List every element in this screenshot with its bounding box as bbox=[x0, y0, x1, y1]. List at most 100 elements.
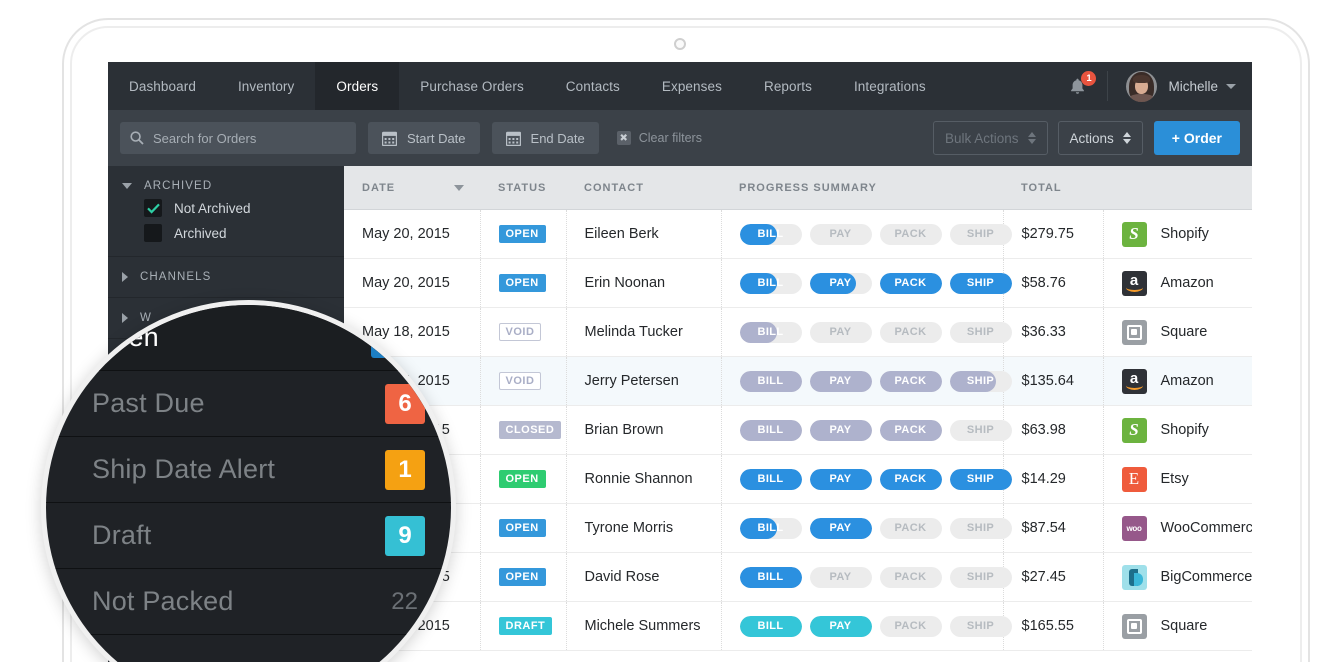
progress-pill-pay[interactable]: PAY bbox=[810, 518, 872, 539]
channel: wooWooCommerce bbox=[1122, 516, 1253, 541]
cell-progress: BILLPAYPACKSHIP bbox=[721, 602, 1003, 651]
cell-total: $58.76 bbox=[1003, 259, 1103, 308]
column-header-status[interactable]: STATUS bbox=[480, 166, 566, 210]
table-row[interactable]: May 13, 2015OPENDavid RoseBILLPAYPACKSHI… bbox=[344, 553, 1252, 602]
progress-pill-bill[interactable]: BILL bbox=[740, 616, 802, 637]
progress-pill-ship[interactable]: SHIP bbox=[950, 371, 1012, 392]
progress-pill-bill[interactable]: BILL bbox=[740, 469, 802, 490]
table-row[interactable]: May 17, 2015VOIDJerry PetersenBILLPAYPAC… bbox=[344, 357, 1252, 406]
table-row[interactable]: May 20, 2015OPENEileen BerkBILLPAYPACKSH… bbox=[344, 210, 1252, 259]
progress-pill-ship[interactable]: SHIP bbox=[950, 616, 1012, 637]
nav-item-reports[interactable]: Reports bbox=[743, 62, 833, 110]
progress-pill-pay[interactable]: PAY bbox=[810, 322, 872, 343]
progress-pill-pack[interactable]: PACK bbox=[880, 371, 942, 392]
column-header-label: TOTAL bbox=[1021, 182, 1062, 194]
progress-pill-pay[interactable]: PAY bbox=[810, 567, 872, 588]
nav-item-purchase-orders[interactable]: Purchase Orders bbox=[399, 62, 545, 110]
table-row[interactable]: May 18, 2015VOIDMelinda TuckerBILLPAYPAC… bbox=[344, 308, 1252, 357]
table-row[interactable]: May 15, 2015OPENRonnie ShannonBILLPAYPAC… bbox=[344, 455, 1252, 504]
end-date-picker[interactable]: End Date bbox=[492, 122, 599, 154]
cell-status: CLOSED bbox=[480, 406, 566, 455]
status-filter-not-packed[interactable]: Not Packed22 bbox=[46, 569, 451, 635]
cell-status: OPEN bbox=[480, 210, 566, 259]
progress-pill-pack[interactable]: PACK bbox=[880, 420, 942, 441]
sidebar-filter-label: Archived bbox=[174, 226, 227, 241]
nav-item-integrations[interactable]: Integrations bbox=[833, 62, 947, 110]
progress-pill-pay[interactable]: PAY bbox=[810, 469, 872, 490]
progress-pill-bill[interactable]: BILL bbox=[740, 518, 802, 539]
column-header-progress-summary[interactable]: PROGRESS SUMMARY bbox=[721, 166, 1003, 210]
progress-pill-ship[interactable]: SHIP bbox=[950, 469, 1012, 490]
progress-pill-pack[interactable]: PACK bbox=[880, 518, 942, 539]
table-row[interactable]: May 14, 2015OPENTyrone MorrisBILLPAYPACK… bbox=[344, 504, 1252, 553]
progress-pill-bill[interactable]: BILL bbox=[740, 371, 802, 392]
progress-pill-pay[interactable]: PAY bbox=[810, 224, 872, 245]
column-header-channel[interactable] bbox=[1103, 166, 1252, 210]
actions-dropdown[interactable]: Actions bbox=[1058, 121, 1143, 155]
table-row[interactable]: May 16, 2015CLOSEDBrian BrownBILLPAYPACK… bbox=[344, 406, 1252, 455]
user-menu[interactable]: Michelle bbox=[1108, 62, 1252, 110]
nav-item-contacts[interactable]: Contacts bbox=[545, 62, 641, 110]
status-filter-ship-date-alert[interactable]: Ship Date Alert1 bbox=[46, 437, 451, 503]
progress-pills: BILLPAYPACKSHIP bbox=[740, 224, 1003, 245]
channel: BigCommerce bbox=[1122, 565, 1253, 590]
filter-toolbar: Search for Orders Start Date E bbox=[108, 110, 1252, 166]
nav-item-dashboard[interactable]: Dashboard bbox=[108, 62, 217, 110]
sidebar-filter-not-archived[interactable]: Not Archived bbox=[108, 192, 344, 217]
column-header-date[interactable]: DATE bbox=[344, 166, 480, 210]
progress-pill-ship[interactable]: SHIP bbox=[950, 322, 1012, 343]
sidebar-section-header[interactable]: CHANNELS bbox=[108, 271, 344, 283]
nav-item-orders[interactable]: Orders bbox=[315, 62, 399, 110]
progress-pill-pack[interactable]: PACK bbox=[880, 616, 942, 637]
progress-pill-bill[interactable]: BILL bbox=[740, 224, 802, 245]
progress-pill-ship[interactable]: SHIP bbox=[950, 567, 1012, 588]
progress-pill-label: PACK bbox=[880, 371, 942, 392]
progress-pill-bill[interactable]: BILL bbox=[740, 420, 802, 441]
cell-contact: David Rose bbox=[566, 553, 721, 602]
add-order-button[interactable]: + Order bbox=[1154, 121, 1240, 155]
progress-pill-pay[interactable]: PAY bbox=[810, 616, 872, 637]
progress-pill-pay[interactable]: PAY bbox=[810, 420, 872, 441]
table-row[interactable]: May 12, 2015DRAFTMichele SummersBILLPAYP… bbox=[344, 602, 1252, 651]
progress-pill-ship[interactable]: SHIP bbox=[950, 518, 1012, 539]
sidebar-filter-archived[interactable]: Archived bbox=[108, 217, 344, 242]
nav-item-inventory[interactable]: Inventory bbox=[217, 62, 315, 110]
cell-total: $87.54 bbox=[1003, 504, 1103, 553]
progress-pill-label: BILL bbox=[740, 273, 802, 294]
progress-pill-label: PAY bbox=[810, 224, 872, 245]
progress-pill-pack[interactable]: PACK bbox=[880, 224, 942, 245]
progress-pill-bill[interactable]: BILL bbox=[740, 567, 802, 588]
sidebar-section-header[interactable]: ARCHIVED bbox=[108, 180, 344, 192]
start-date-picker[interactable]: Start Date bbox=[368, 122, 480, 154]
progress-pill-ship[interactable]: SHIP bbox=[950, 224, 1012, 245]
progress-pill-pay[interactable]: PAY bbox=[810, 371, 872, 392]
clear-filters-button[interactable]: ✖ Clear filters bbox=[617, 131, 702, 145]
progress-pills: BILLPAYPACKSHIP bbox=[740, 567, 1003, 588]
table-row[interactable]: May 20, 2015OPENErin NoonanBILLPAYPACKSH… bbox=[344, 259, 1252, 308]
checkbox[interactable] bbox=[144, 224, 162, 242]
status-filter-past-due[interactable]: Past Due6 bbox=[46, 371, 451, 437]
status-filter-label: Ship Date Alert bbox=[92, 454, 275, 485]
status-filter-draft[interactable]: Draft9 bbox=[46, 503, 451, 569]
search-input[interactable]: Search for Orders bbox=[120, 122, 356, 154]
notifications-button[interactable]: 1 bbox=[1056, 62, 1107, 110]
progress-pills: BILLPAYPACKSHIP bbox=[740, 518, 1003, 539]
progress-pill-ship[interactable]: SHIP bbox=[950, 420, 1012, 441]
nav-item-expenses[interactable]: Expenses bbox=[641, 62, 743, 110]
progress-pill-pay[interactable]: PAY bbox=[810, 273, 872, 294]
column-header-total[interactable]: TOTAL bbox=[1003, 166, 1103, 210]
progress-pill-pack[interactable]: PACK bbox=[880, 322, 942, 343]
notification-badge: 1 bbox=[1081, 71, 1096, 86]
progress-pill-bill[interactable]: BILL bbox=[740, 322, 802, 343]
progress-pill-pack[interactable]: PACK bbox=[880, 567, 942, 588]
progress-pill-ship[interactable]: SHIP bbox=[950, 273, 1012, 294]
cell-channel: BigCommerce bbox=[1103, 553, 1252, 602]
bulk-actions-dropdown[interactable]: Bulk Actions bbox=[933, 121, 1048, 155]
progress-pill-pack[interactable]: PACK bbox=[880, 273, 942, 294]
channel-name: WooCommerce bbox=[1161, 520, 1253, 536]
status-filter-open[interactable]: Open150 bbox=[46, 305, 451, 371]
progress-pill-bill[interactable]: BILL bbox=[740, 273, 802, 294]
column-header-contact[interactable]: CONTACT bbox=[566, 166, 721, 210]
progress-pill-pack[interactable]: PACK bbox=[880, 469, 942, 490]
checkbox[interactable] bbox=[144, 199, 162, 217]
